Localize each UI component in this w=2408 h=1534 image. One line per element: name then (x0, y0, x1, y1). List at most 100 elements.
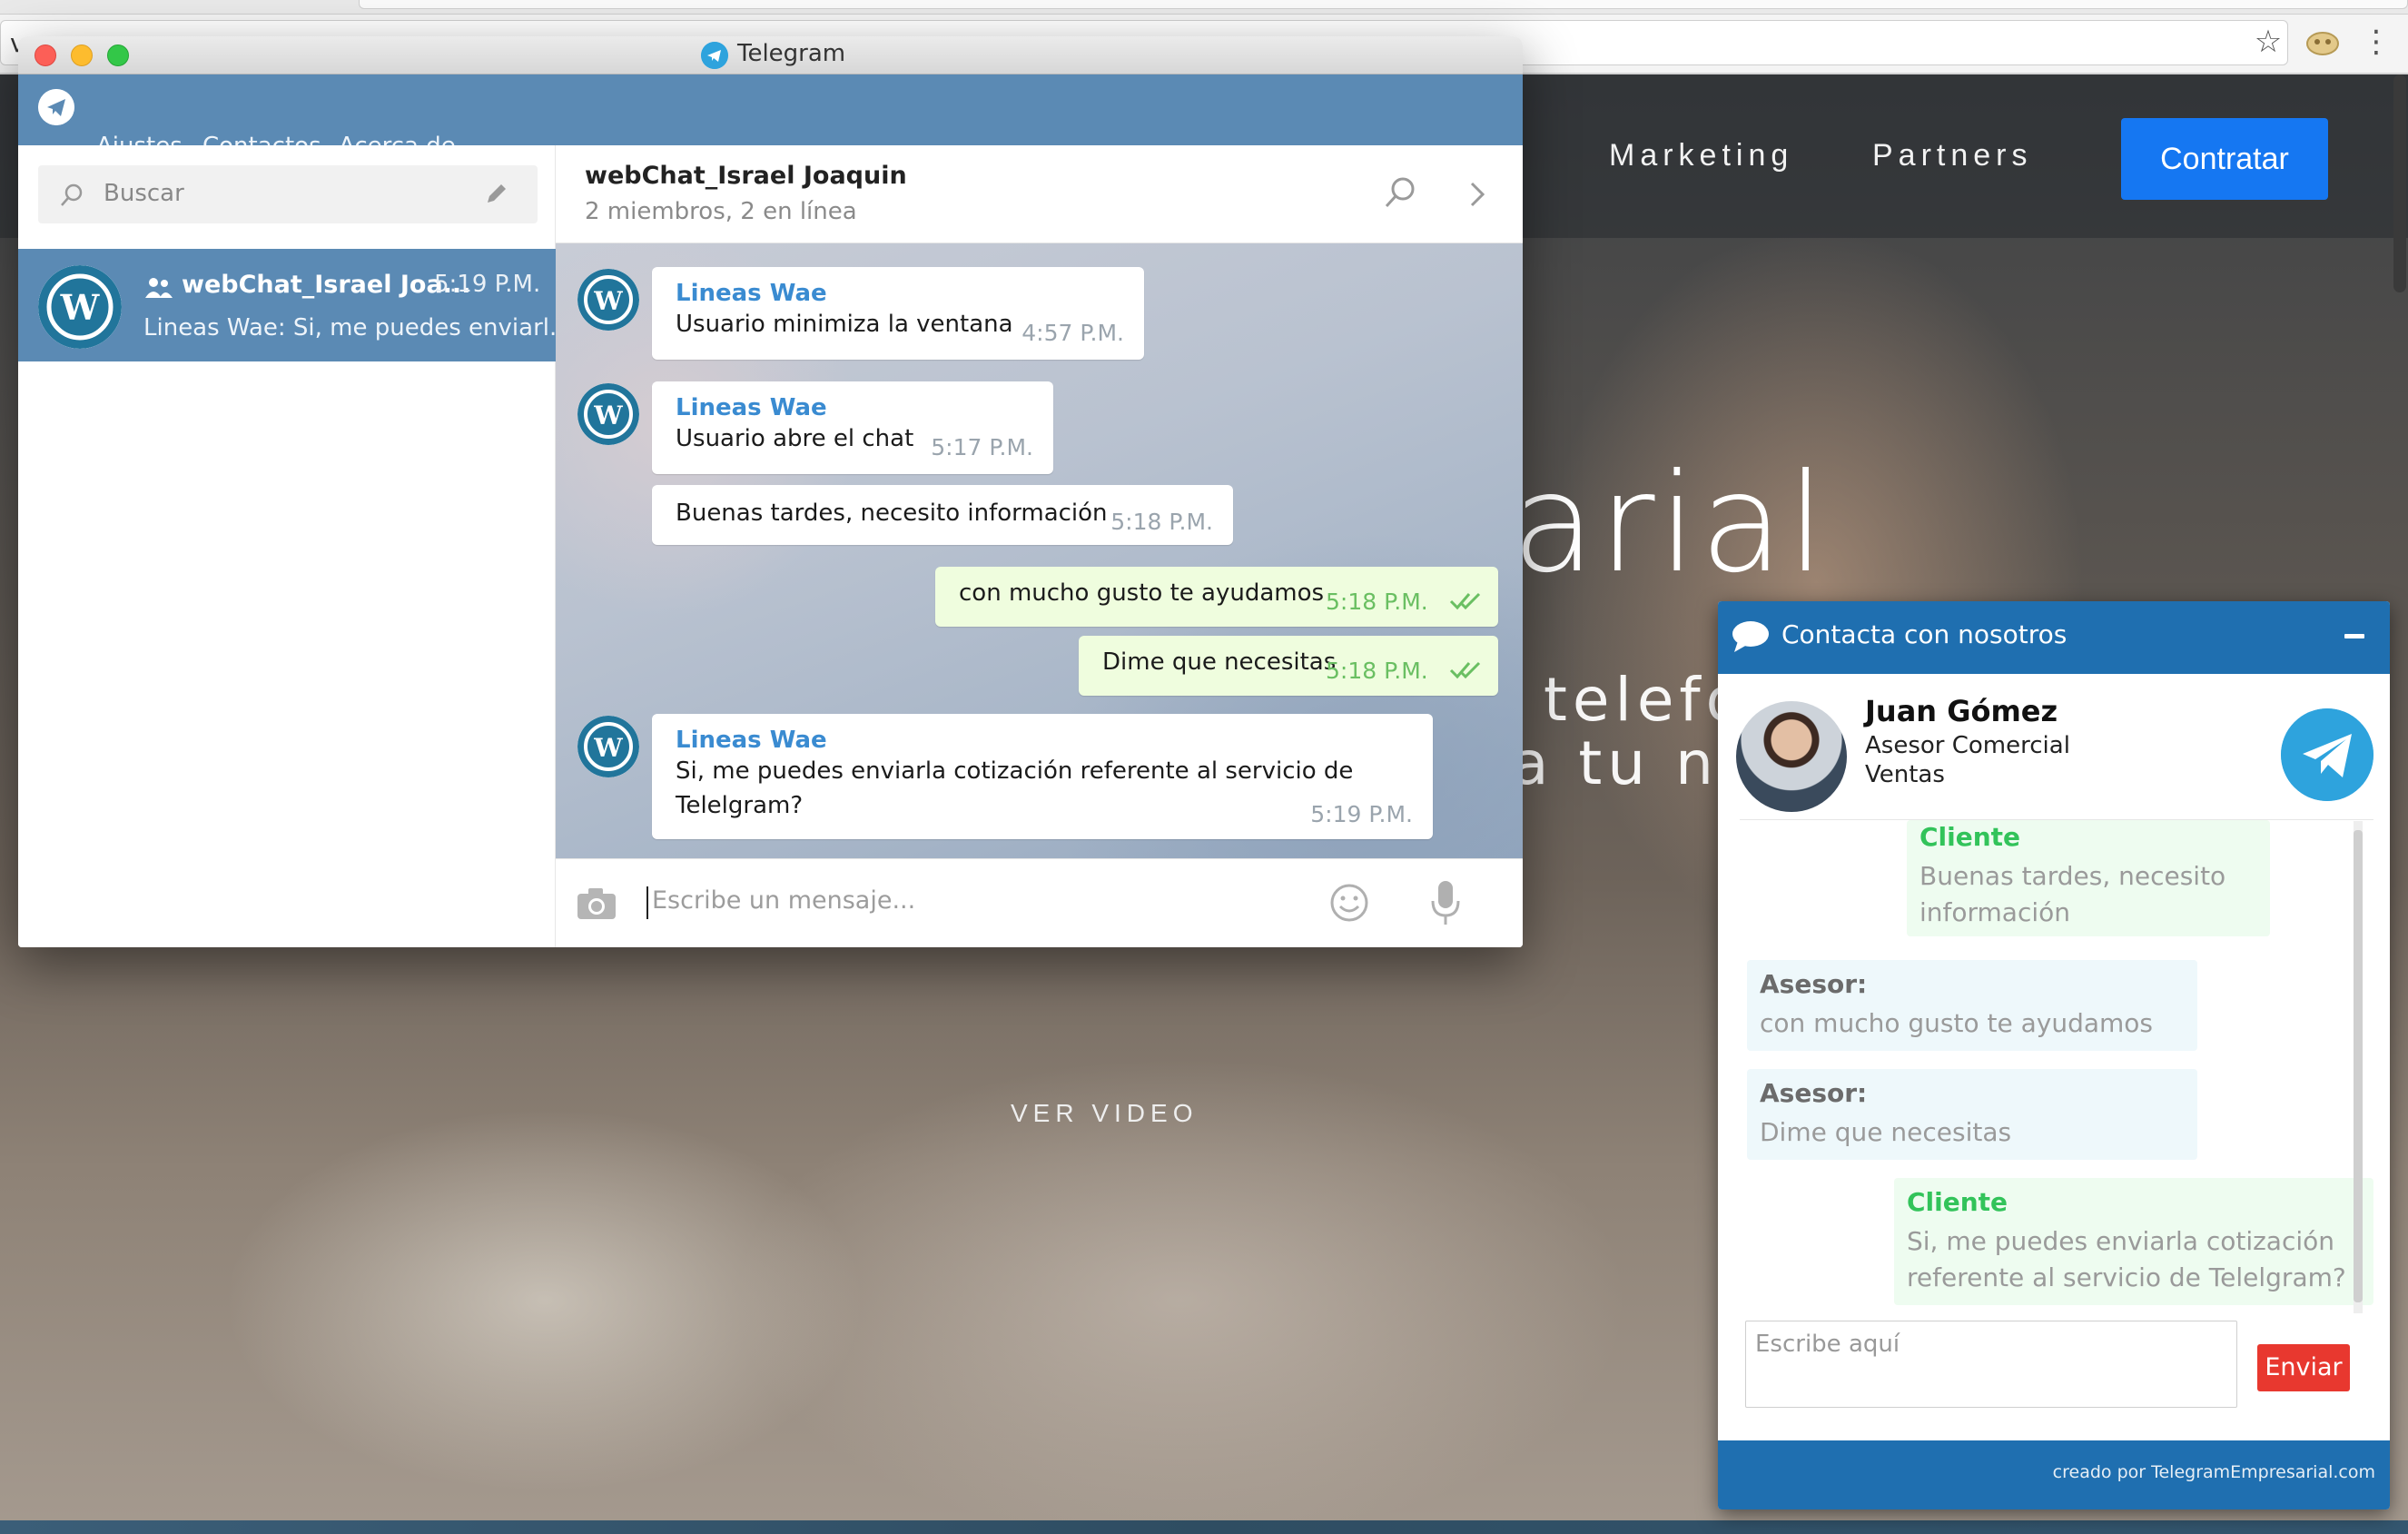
message-text: con mucho gusto te ayudamos (959, 579, 1325, 607)
window-close-button[interactable] (35, 45, 56, 66)
widget-message-line: referente al servicio de Telelgram? (1907, 1262, 2346, 1292)
telegram-icon[interactable] (2281, 708, 2373, 801)
svg-text:W: W (593, 286, 623, 316)
window-minimize-button[interactable] (71, 45, 93, 66)
svg-text:W: W (593, 401, 623, 431)
message-bubble-outgoing[interactable]: Dime que necesitas 5:18 P.M. (1079, 636, 1498, 696)
browser-tab[interactable] (359, 0, 2408, 9)
pencil-icon[interactable] (483, 180, 510, 207)
widget-scrollbar[interactable] (2354, 821, 2363, 1313)
widget-message-asesor: Asesor: Dime que necesitas (1747, 1069, 2197, 1160)
message-bubble[interactable]: Lineas Wae Usuario abre el chat 5:17 P.M… (652, 381, 1053, 474)
message-text: Usuario abre el chat (676, 425, 914, 452)
message-time: 5:18 P.M. (1110, 509, 1213, 535)
widget-message-input[interactable]: Escribe aquí (1745, 1321, 2237, 1408)
wordpress-avatar-icon: W (38, 265, 122, 349)
double-check-icon (1449, 592, 1481, 610)
widget-message-line: Dime que necesitas (1760, 1117, 2012, 1147)
extension-icon[interactable] (2304, 25, 2341, 58)
widget-message-line: Si, me puedes enviarla cotización (1907, 1226, 2335, 1256)
message-bubble[interactable]: Lineas Wae Usuario minimiza la ventana 4… (652, 267, 1144, 360)
widget-scrollbar-thumb[interactable] (2354, 830, 2363, 1302)
microphone-icon[interactable] (1429, 879, 1462, 926)
wordpress-avatar-icon[interactable]: W (577, 383, 639, 445)
wordpress-avatar-icon[interactable]: W (577, 716, 639, 777)
svg-text:W: W (60, 287, 101, 328)
widget-message-sender: Asesor: (1760, 969, 1868, 999)
message-sender[interactable]: Lineas Wae (676, 727, 827, 754)
chat-title: webChat_Israel Joaquin (585, 162, 907, 190)
widget-title: Contacta con nosotros (1781, 619, 2068, 649)
chat-header[interactable]: webChat_Israel Joaquin 2 miembros, 2 en … (556, 145, 1523, 243)
chat-item-name: webChat_Israel Joa... (182, 271, 471, 299)
message-text: Buenas tardes, necesito información (676, 500, 1108, 527)
widget-message-sender: Asesor: (1760, 1078, 1868, 1108)
search-icon (61, 183, 83, 206)
search-icon[interactable] (1382, 174, 1418, 211)
double-check-icon (1449, 661, 1481, 679)
emoji-icon[interactable] (1329, 883, 1369, 923)
message-bubble-outgoing[interactable]: con mucho gusto te ayudamos 5:18 P.M. (935, 567, 1498, 627)
message-text-line2: Telelgram? (676, 792, 804, 819)
message-history[interactable]: W Lineas Wae Usuario minimiza la ventana… (556, 243, 1523, 858)
widget-footer: creado por TelegramEmpresarial.com (1718, 1440, 2390, 1509)
widget-message-line: Buenas tardes, necesito (1919, 861, 2226, 891)
chat-list-panel: Buscar W webChat_Israel Joa... 5:19 P.M.… (18, 145, 572, 947)
group-icon (145, 278, 173, 298)
contact-widget: Contacta con nosotros Juan Gómez Asesor … (1718, 601, 2390, 1509)
widget-message-sender: Cliente (1919, 822, 2021, 852)
compose-bar: Escribe un mensaje... (556, 858, 1523, 947)
message-text: Dime que necesitas (1102, 648, 1337, 676)
tab-strip (0, 0, 2408, 15)
message-sender[interactable]: Lineas Wae (676, 280, 827, 307)
chat-subtitle: 2 miembros, 2 en línea (585, 198, 857, 225)
message-time: 5:18 P.M. (1326, 589, 1428, 615)
ver-video-link[interactable]: VER VIDEO (1011, 1099, 1198, 1128)
contratar-button[interactable]: Contratar (2121, 118, 2328, 200)
agent-department: Ventas (1865, 761, 1945, 788)
message-text: Usuario minimiza la ventana (676, 311, 1013, 338)
agent-role: Asesor Comercial (1865, 732, 2070, 759)
speech-bubble-icon (1732, 621, 1769, 652)
widget-footer-credit[interactable]: creado por TelegramEmpresarial.com (2053, 1462, 2375, 1482)
search-placeholder: Buscar (104, 180, 184, 207)
page-scrollbar[interactable] (2393, 74, 2406, 292)
camera-icon[interactable] (576, 886, 617, 921)
message-text-line1: Si, me puedes enviarla cotización refere… (676, 757, 1354, 785)
send-button[interactable]: Enviar (2257, 1344, 2350, 1391)
chat-list-item[interactable]: W webChat_Israel Joa... 5:19 P.M. Lineas… (18, 249, 572, 361)
widget-message-list[interactable]: Cliente Buenas tardes, necesito informac… (1740, 819, 2373, 1308)
message-bubble[interactable]: Lineas Wae Si, me puedes enviarla cotiza… (652, 714, 1433, 839)
telegram-window: Telegram Ajustes Contactos Acerca de Bus… (18, 36, 1523, 947)
widget-message-sender: Cliente (1907, 1187, 2008, 1217)
widget-input-placeholder: Escribe aquí (1755, 1331, 1900, 1358)
message-time: 5:18 P.M. (1326, 658, 1428, 684)
message-time: 4:57 P.M. (1021, 320, 1124, 346)
telegram-menu-icon[interactable] (38, 89, 74, 125)
widget-header[interactable]: Contacta con nosotros (1718, 601, 2390, 674)
widget-message-asesor: Asesor: con mucho gusto te ayudamos (1747, 960, 2197, 1051)
nav-link-partners[interactable]: Partners (1872, 138, 2033, 173)
window-titlebar[interactable]: Telegram (18, 36, 1523, 74)
telegram-icon (701, 42, 728, 69)
chevron-right-icon[interactable] (1464, 178, 1491, 211)
minimize-icon[interactable] (2344, 634, 2364, 638)
agent-avatar (1736, 701, 1847, 812)
widget-message-cliente: Cliente Si, me puedes enviarla cotizació… (1894, 1178, 2373, 1305)
wordpress-avatar-icon[interactable]: W (577, 269, 639, 331)
message-time: 5:17 P.M. (931, 434, 1033, 460)
nav-link-marketing[interactable]: Marketing (1609, 138, 1793, 173)
widget-message-line: con mucho gusto te ayudamos (1760, 1008, 2153, 1038)
agent-name: Juan Gómez (1865, 694, 2058, 728)
window-maximize-button[interactable] (107, 45, 129, 66)
svg-text:W: W (593, 733, 623, 763)
more-vert-icon[interactable]: ⋮ (2361, 20, 2392, 64)
widget-message-line: información (1919, 897, 2071, 927)
hero-title: arial (1512, 445, 1829, 603)
message-time: 5:19 P.M. (1310, 801, 1413, 827)
message-input[interactable]: Escribe un mensaje... (652, 886, 915, 915)
star-icon[interactable]: ☆ (2248, 22, 2288, 62)
message-bubble[interactable]: Buenas tardes, necesito información 5:18… (652, 485, 1233, 545)
window-title: Telegram (737, 40, 846, 67)
message-sender[interactable]: Lineas Wae (676, 394, 827, 421)
